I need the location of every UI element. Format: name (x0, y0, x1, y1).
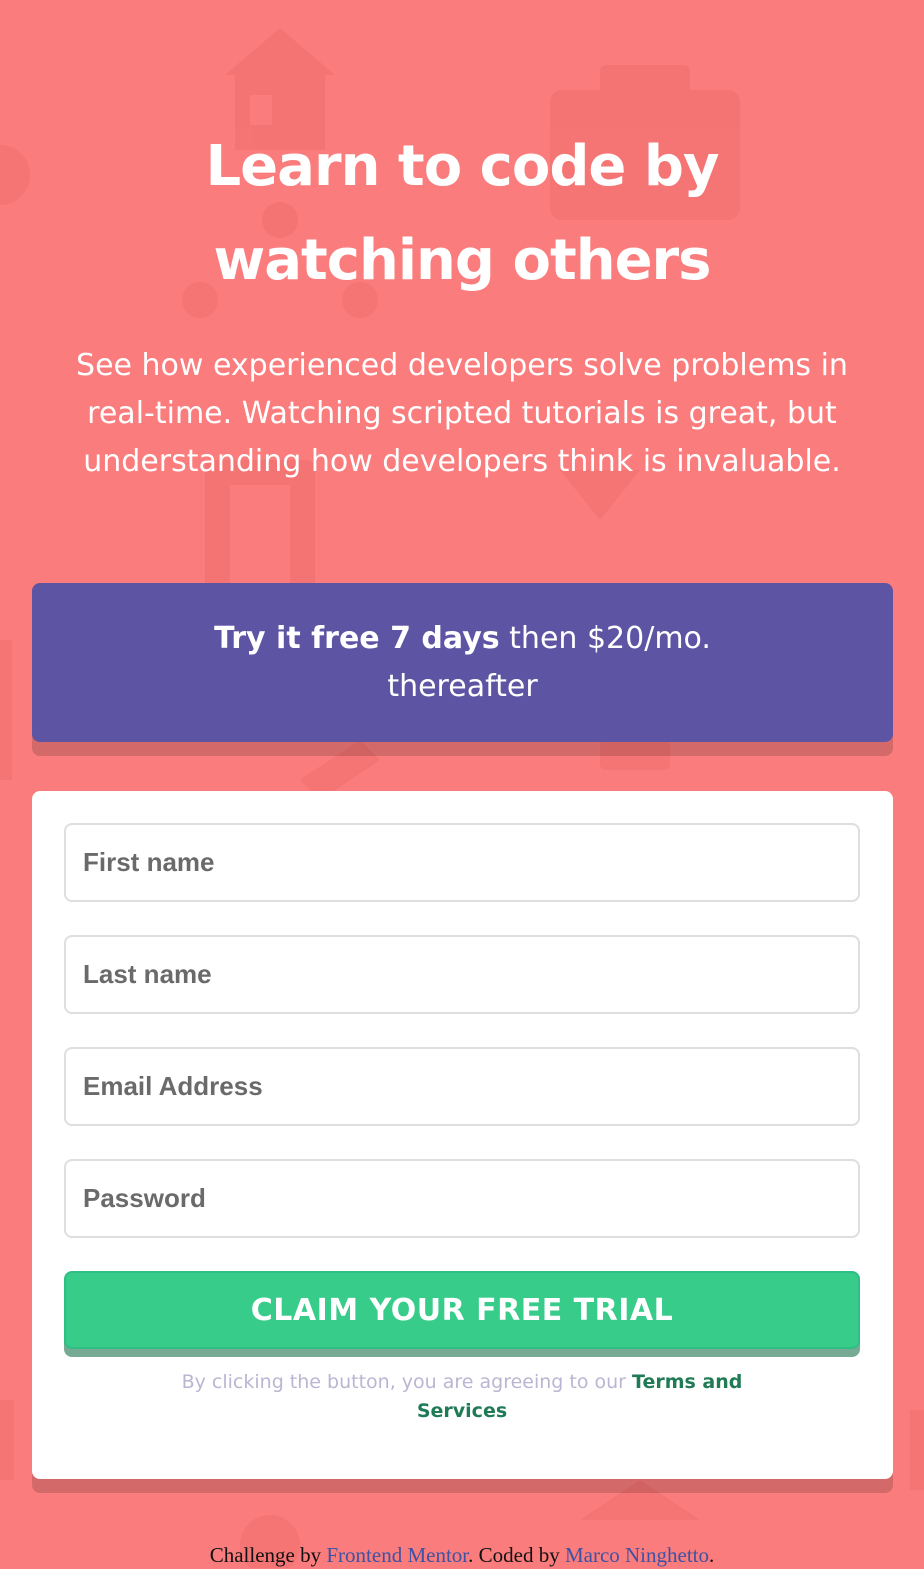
hero-title: Learn to code by watching others (0, 120, 924, 308)
promo-rest-text: then $20/mo. (499, 621, 711, 656)
password-input[interactable] (64, 1159, 860, 1238)
promo-banner: Try it free 7 days then $20/mo. thereaft… (32, 583, 893, 742)
footer-prefix: Challenge by (209, 1543, 327, 1567)
hero-description: See how experienced developers solve pro… (40, 342, 884, 486)
author-link[interactable]: Marco Ninghetto (565, 1543, 709, 1567)
hero-title-line-1: Learn to code by (205, 134, 720, 199)
terms-notice: By clicking the button, you are agreeing… (142, 1368, 782, 1426)
signup-form: CLAIM YOUR FREE TRIAL By clicking the bu… (32, 791, 893, 1479)
footer-suffix: . (709, 1543, 715, 1567)
hero-title-line-2: watching others (213, 228, 711, 293)
promo-line-2: thereafter (387, 669, 538, 704)
hero-description-line-3: understanding how developers think is in… (83, 444, 841, 479)
promo-line-1: Try it free 7 days then $20/mo. (32, 615, 893, 663)
signup-page: Learn to code by watching others See how… (0, 0, 924, 1568)
terms-prefix: By clicking the button, you are agreeing… (181, 1371, 633, 1393)
frontend-mentor-link[interactable]: Frontend Mentor (326, 1543, 468, 1567)
hero-description-line-2: real-time. Watching scripted tutorials i… (87, 396, 837, 431)
email-input[interactable] (64, 1047, 860, 1126)
attribution-footer: Challenge by Frontend Mentor. Coded by M… (0, 1541, 924, 1569)
hero-description-line-1: See how experienced developers solve pro… (76, 348, 848, 383)
claim-free-trial-button[interactable]: CLAIM YOUR FREE TRIAL (64, 1271, 860, 1349)
first-name-input[interactable] (64, 823, 860, 902)
promo-bold-text: Try it free 7 days (214, 621, 500, 656)
footer-middle: . Coded by (468, 1543, 565, 1567)
last-name-input[interactable] (64, 935, 860, 1014)
